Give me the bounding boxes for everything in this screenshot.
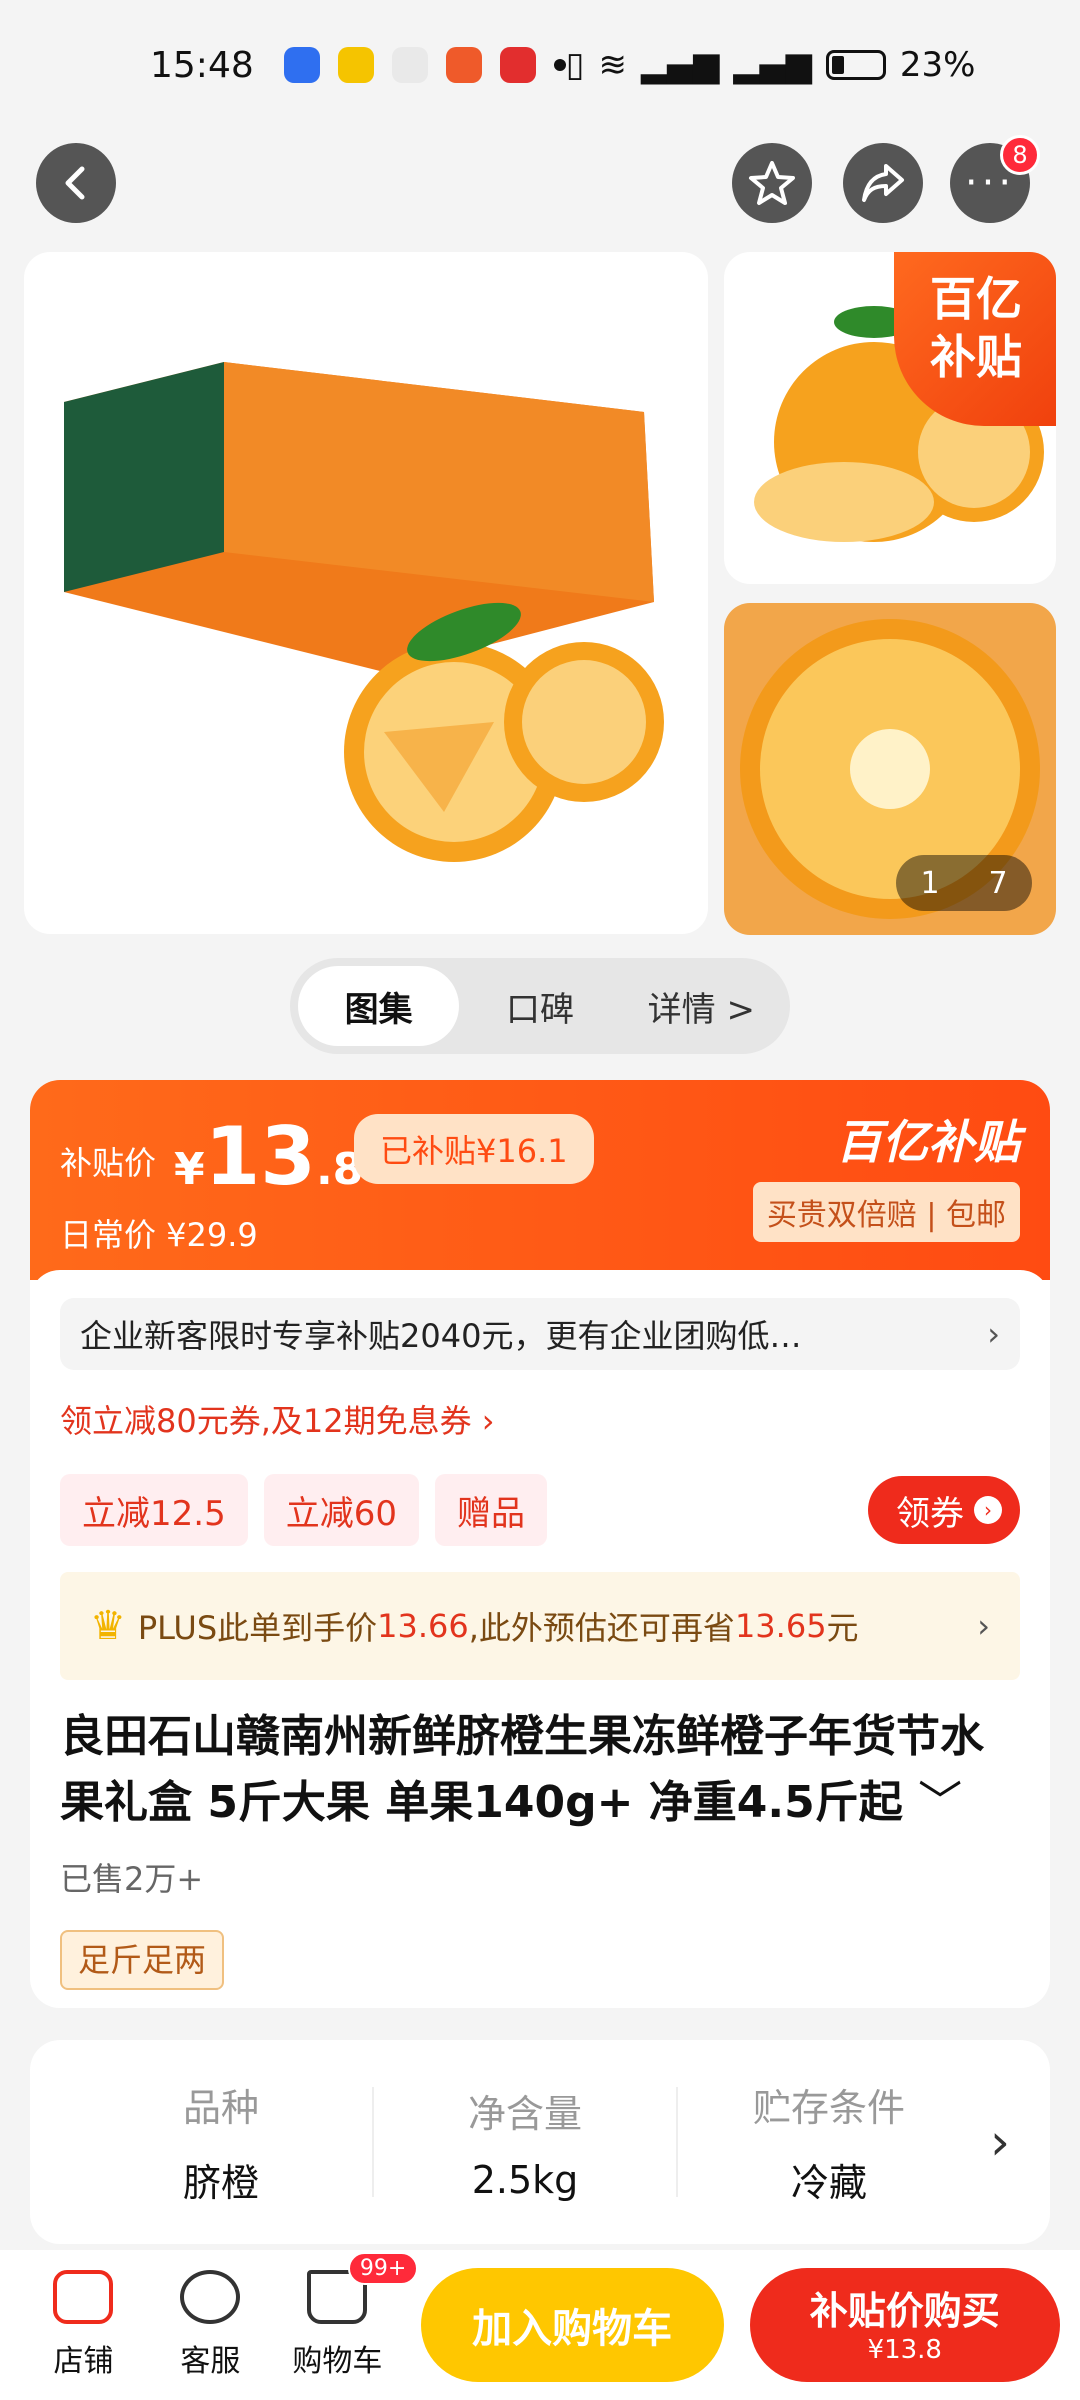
baidu-icon [283,47,320,83]
specs-card[interactable]: 品种 脐橙 净含量 2.5kg 贮存条件 冷藏 › [30,2040,1050,2244]
favorite-button[interactable] [732,143,812,223]
gallery-thumb-1[interactable]: 百亿补贴 [724,252,1056,584]
status-time: 15:48 [150,44,254,86]
gallery-main-image[interactable] [24,252,708,934]
subsidy-price: ¥13.8 [174,1110,363,1203]
image-counter: 1 7 [896,855,1032,911]
store-icon [53,2270,114,2324]
battery-level: 23% [899,45,976,85]
enterprise-promo-text: 企业新客限时专享补贴2040元，更有企业团购低… [80,1317,802,1355]
buy-now-label: 补贴价购买 [809,2289,1000,2333]
buy-now-button[interactable]: 补贴价购买 ¥13.8 [749,2268,1060,2382]
store-button[interactable]: 店铺 [20,2270,147,2380]
status-indicators: ▯ ≋ ▂▄▆ ▂▄▆ 23% [566,45,976,85]
enterprise-promo-row[interactable]: 企业新客限时专享补贴2040元，更有企业团购低… › [60,1298,1020,1370]
product-tag: 足斤足两 [60,1930,225,1990]
subsidized-amount-pill: 已补贴¥16.1 [354,1114,594,1184]
spec-net-weight: 净含量 2.5kg [374,2083,676,2202]
spec-key: 品种 [182,2086,259,2130]
product-title[interactable]: 良田石山赣南州新鲜脐橙生果冻鲜橙子年货节水果礼盒 5斤大果 单果140g+ 净重… [60,1704,1020,1836]
share-icon [862,164,904,202]
status-app-icons [283,47,566,83]
content-tabs: 图集 口碑 详情 > [290,958,790,1054]
gift-chip[interactable]: 赠品 [434,1474,547,1546]
wifi-icon: ≋ [598,45,627,85]
spec-value: 2.5kg [471,2157,579,2202]
coupon-link[interactable]: 领立减80元券,及12期免息券 › [60,1396,1020,1442]
spec-storage: 贮存条件 冷藏 [678,2077,980,2207]
cart-label: 购物车 [292,2344,383,2379]
tab-reviews[interactable]: 口碑 [459,966,620,1046]
plus-suffix: 元 [826,1609,859,1647]
more-button[interactable]: ··· 8 [950,135,1040,223]
spec-key: 贮存条件 [752,2086,905,2130]
jd-icon [499,47,536,83]
signal-icon: ▂▄▆ [640,45,720,85]
product-title-text: 良田石山赣南州新鲜脐橙生果冻鲜橙子年货节水果礼盒 5斤大果 单果140g+ 净重… [60,1711,984,1828]
daily-price: 日常价 ¥29.9 [60,1216,258,1254]
guarantee-tag: 买贵双倍赔 | 包邮 [752,1182,1020,1242]
battery-icon [825,50,886,80]
service-label: 客服 [180,2344,241,2379]
plus-price: 13.66 [377,1607,469,1645]
price-integer: 13 [204,1110,316,1203]
chevron-right-icon: › [990,2113,1010,2171]
plus-prefix: PLUS此单到手价 [137,1609,378,1647]
image-counter-total: 7 [988,865,1008,901]
plus-middle: ,此外预估还可再省 [468,1609,735,1647]
discount-chip-1[interactable]: 立减12.5 [60,1474,248,1546]
discount-chips: 立减12.5 立减60 赠品 领券 › [60,1474,1020,1546]
get-coupon-label: 领券 [896,1493,964,1534]
gallery-thumb-2[interactable]: 1 7 [724,603,1056,935]
status-bar: 15:48 ▯ ≋ ▂▄▆ ▂▄▆ 23% [0,0,1080,130]
subsidy-brand-logo: 百亿补贴 [836,1115,1020,1169]
weibo-icon [337,47,374,83]
vibrate-icon: ▯ [565,45,585,85]
plus-save: 13.65 [734,1607,827,1645]
store-label: 店铺 [53,2344,114,2379]
sold-count: 已售2万+ [60,1860,204,1898]
add-to-cart-button[interactable]: 加入购物车 [420,2268,724,2382]
chevron-down-icon: ﹀ [918,1777,963,1828]
customer-service-button[interactable]: 客服 [147,2270,274,2380]
price-header: 补贴价 ¥13.8 已补贴¥16.1 日常价 ¥29.9 百亿补贴 买贵双倍赔 … [30,1080,1050,1280]
message-badge: 8 [1000,135,1040,175]
cart-button[interactable]: 99+ 购物车 [274,2252,419,2380]
get-coupon-button[interactable]: 领券 › [868,1476,1020,1544]
image-counter-current: 1 [920,865,940,901]
more-notifications-icon [553,59,566,71]
share-button[interactable] [843,143,923,223]
spec-variety: 品种 脐橙 [70,2077,372,2207]
cart-badge: 99+ [347,2252,419,2285]
realme-icon [391,47,428,83]
taobao-icon [445,47,482,83]
plus-member-row[interactable]: ♛ PLUS此单到手价 13.66 ,此外预估还可再省 13.65 元 › [60,1572,1020,1680]
back-button[interactable] [36,143,116,223]
price-currency: ¥ [174,1144,205,1195]
spec-value: 冷藏 [790,2161,867,2205]
crown-icon: ♛ [90,1603,126,1649]
subsidy-brand[interactable]: 百亿补贴 买贵双倍赔 | 包邮 [752,1106,1020,1242]
chevron-right-icon: › [977,1607,990,1645]
chevron-right-icon: › [987,1315,1000,1353]
tab-gallery[interactable]: 图集 [298,966,460,1046]
signal-icon-2: ▂▄▆ [733,45,812,85]
subsidy-price-label: 补贴价 [60,1144,157,1182]
orange-giftbox-image [64,362,664,862]
discount-chip-2[interactable]: 立减60 [263,1474,419,1546]
promo-section: 企业新客限时专享补贴2040元，更有企业团购低… › 领立减80元券,及12期免… [30,1270,1050,2008]
chat-icon [180,2270,241,2324]
spec-value: 脐橙 [182,2161,259,2205]
star-icon [749,161,795,205]
price-card: 补贴价 ¥13.8 已补贴¥16.1 日常价 ¥29.9 百亿补贴 买贵双倍赔 … [30,1080,1050,2008]
spec-key: 净含量 [467,2091,582,2136]
bottom-action-bar: 店铺 客服 99+ 购物车 加入购物车 补贴价购买 ¥13.8 [0,2250,1080,2400]
chevron-right-icon: › [974,1496,1002,1524]
buy-now-price: ¥13.8 [867,2335,942,2365]
chevron-left-icon [65,166,85,200]
tab-details[interactable]: 详情 > [621,966,782,1046]
